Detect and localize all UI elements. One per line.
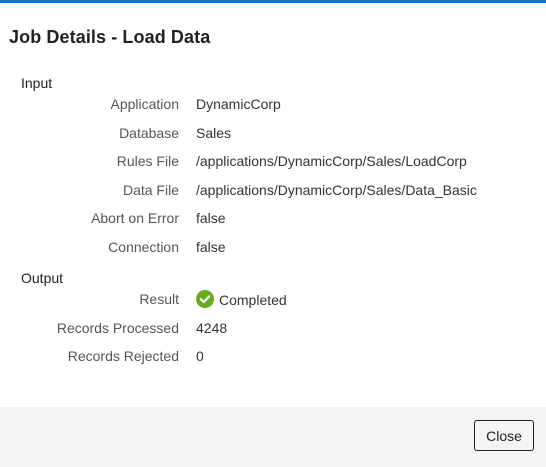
connection-label: Connection: [108, 239, 179, 255]
field-row-database: Database Sales: [0, 125, 546, 145]
close-button[interactable]: Close: [474, 420, 534, 451]
check-circle-icon: [196, 290, 214, 308]
abort-on-error-label: Abort on Error: [91, 210, 179, 226]
result-status-text: Completed: [219, 292, 287, 308]
abort-on-error-value: false: [196, 210, 226, 226]
field-row-rules-file: Rules File /applications/DynamicCorp/Sal…: [0, 153, 546, 173]
dialog-title: Job Details - Load Data: [9, 27, 211, 47]
database-value: Sales: [196, 125, 232, 141]
data-file-label: Data File: [122, 182, 179, 198]
dialog-footer: [0, 407, 546, 467]
field-row-data-file: Data File /applications/DynamicCorp/Sale…: [0, 182, 546, 202]
field-row-abort-on-error: Abort on Error false: [0, 210, 546, 230]
field-row-records-processed: Records Processed 4248: [0, 320, 546, 340]
records-rejected-value: 0: [196, 348, 204, 364]
connection-value: false: [196, 239, 226, 255]
field-row-application: Application DynamicCorp: [0, 96, 546, 116]
output-section-label: Output: [21, 270, 64, 286]
application-value: DynamicCorp: [196, 96, 281, 112]
result-label: Result: [139, 291, 179, 307]
field-row-connection: Connection false: [0, 239, 546, 259]
rules-file-label: Rules File: [116, 153, 179, 169]
field-row-result: Result Completed: [0, 290, 546, 311]
rules-file-value: /applications/DynamicCorp/Sales/LoadCorp: [196, 153, 467, 169]
application-label: Application: [110, 96, 180, 112]
records-processed-value: 4248: [196, 320, 228, 336]
records-rejected-label: Records Rejected: [67, 348, 179, 364]
database-label: Database: [119, 125, 179, 141]
dialog-accent-bar: [0, 0, 546, 3]
field-row-records-rejected: Records Rejected 0: [0, 348, 546, 368]
records-processed-label: Records Processed: [56, 320, 179, 336]
input-section-label: Input: [21, 75, 53, 91]
result-value: Completed: [196, 290, 287, 309]
job-details-dialog: Job Details - Load Data Input Applicatio…: [0, 0, 546, 467]
data-file-value: /applications/DynamicCorp/Sales/Data_Bas…: [196, 182, 477, 198]
